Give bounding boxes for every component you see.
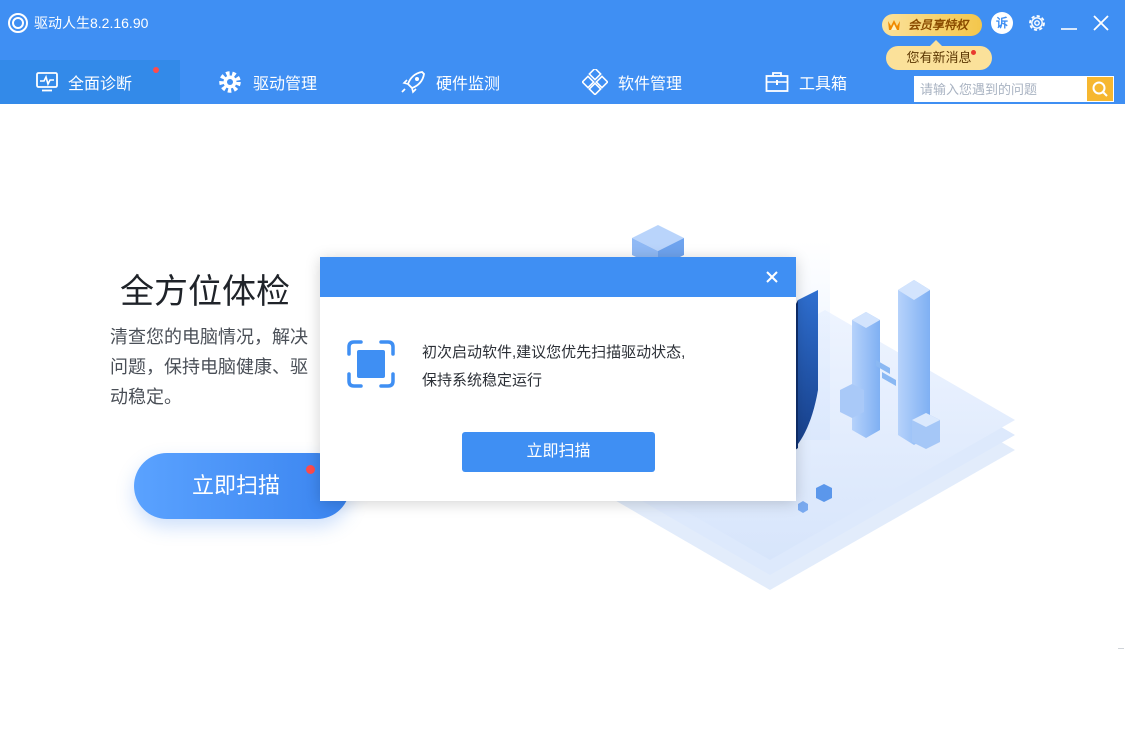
tab-driver-management[interactable]: 驱动管理 [217, 60, 317, 104]
scan-frame-icon [347, 340, 395, 388]
app-logo-icon [8, 13, 28, 33]
feedback-icon[interactable]: 诉 [991, 12, 1013, 34]
tab-software-management[interactable]: 软件管理 [582, 60, 682, 104]
tab-label: 驱动管理 [253, 76, 318, 93]
scan-now-button[interactable]: 立即扫描 [134, 453, 350, 519]
toolbox-icon [765, 72, 789, 92]
gear-icon [219, 71, 241, 93]
cubes-icon [582, 69, 608, 95]
vip-crown-icon [888, 20, 900, 30]
app-window: 驱动人生8.2.16.90 会员享特权 您有新消息 诉 全面诊断 驱动管理 硬件… [0, 0, 1125, 756]
tab-label: 硬件监测 [436, 76, 501, 93]
scan-alert-dot [306, 465, 315, 474]
close-icon[interactable] [1090, 12, 1112, 34]
tab-label: 软件管理 [618, 76, 683, 93]
dialog-message-line: 初次启动软件,建议您优先扫描驱动状态, [422, 344, 686, 361]
hero-title: 全方位体检 [120, 273, 290, 311]
dialog-close-icon[interactable] [763, 268, 781, 286]
tab-alert-dot [153, 67, 159, 73]
search-input[interactable] [915, 77, 1087, 101]
dialog-header [320, 257, 796, 297]
vip-privilege-button[interactable]: 会员享特权 [882, 14, 982, 36]
dialog-message: 初次启动软件,建议您优先扫描驱动状态, 保持系统稳定运行 [422, 339, 772, 395]
dialog-message-line: 保持系统稳定运行 [422, 372, 543, 389]
vip-label: 会员享特权 [908, 18, 969, 32]
new-message-label: 您有新消息 [906, 50, 972, 65]
tab-hardware-monitor[interactable]: 硬件监测 [400, 60, 500, 104]
new-message-bubble[interactable]: 您有新消息 [886, 40, 992, 70]
minimize-icon[interactable] [1058, 12, 1080, 34]
settings-icon[interactable] [1026, 12, 1048, 34]
tab-label: 全面诊断 [68, 76, 133, 93]
window-edge-mark [1118, 648, 1124, 649]
rocket-icon [401, 71, 425, 94]
monitor-diagnosis-icon [36, 72, 58, 92]
app-title: 驱动人生8.2.16.90 [34, 15, 149, 31]
tab-full-diagnosis[interactable]: 全面诊断 [0, 60, 180, 104]
message-alert-dot [971, 50, 976, 55]
tab-toolbox[interactable]: 工具箱 [765, 60, 847, 104]
search-button[interactable] [1087, 77, 1113, 101]
search-icon [1092, 81, 1108, 97]
hero-description: 清查您的电脑情况，解决问题，保持电脑健康、驱动稳定。 [110, 327, 308, 407]
first-launch-dialog: 初次启动软件,建议您优先扫描驱动状态, 保持系统稳定运行 立即扫描 [320, 257, 796, 501]
title-bar: 驱动人生8.2.16.90 会员享特权 您有新消息 诉 全面诊断 驱动管理 硬件… [0, 0, 1125, 104]
tab-label: 工具箱 [799, 76, 848, 93]
search-box [914, 76, 1114, 102]
dialog-scan-now-button[interactable]: 立即扫描 [462, 432, 655, 472]
